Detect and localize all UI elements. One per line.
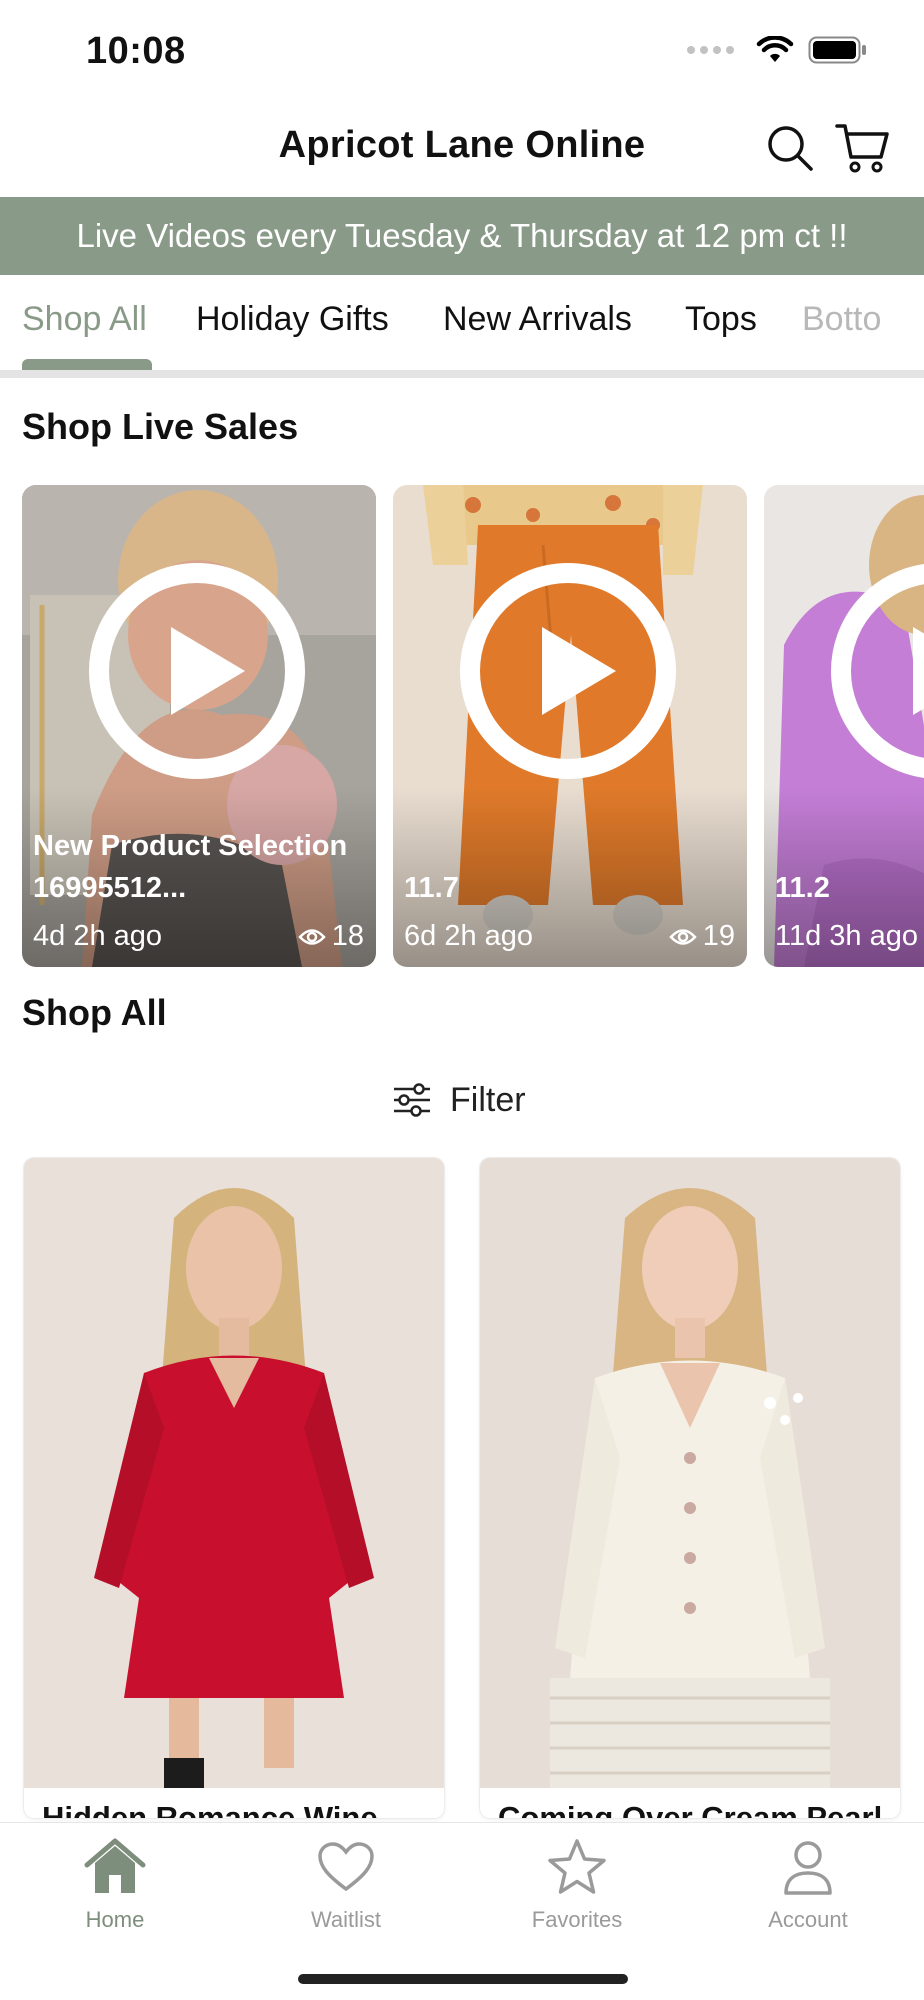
live-video-title: 11.2 <box>775 872 830 904</box>
product-image <box>24 1158 444 1788</box>
tab-tops[interactable]: Tops <box>685 300 757 339</box>
live-video-card[interactable]: 11.2 11d 3h ago <box>764 485 924 967</box>
status-icons <box>687 36 868 64</box>
nav-waitlist-label: Waitlist <box>310 1907 382 1932</box>
live-video-carousel[interactable]: New Product Selection 16995512... 4d 2h … <box>0 485 924 967</box>
live-section-title: Shop Live Sales <box>22 406 299 447</box>
eye-icon <box>669 928 697 945</box>
category-tabs: Shop All Holiday Gifts New Arrivals Tops… <box>0 276 924 372</box>
live-video-title: 11.7 <box>404 872 459 904</box>
tab-shop-all[interactable]: Shop All <box>22 300 147 339</box>
status-time: 10:08 <box>86 30 186 72</box>
nav-account-label: Account <box>768 1907 848 1932</box>
product-name: Coming Over Cream Pearl <box>498 1800 883 1818</box>
play-icon[interactable] <box>831 563 924 779</box>
search-icon[interactable] <box>762 120 818 176</box>
live-video-views: 19 <box>669 920 735 953</box>
cellular-signal-icon <box>687 46 734 54</box>
product-image <box>480 1158 900 1788</box>
nav-home-label: Home <box>85 1907 145 1932</box>
filter-label: Filter <box>450 1080 526 1119</box>
nav-account[interactable]: Account <box>728 1835 888 1933</box>
tab-new-arrivals[interactable]: New Arrivals <box>443 300 632 339</box>
filter-sliders-icon <box>394 1083 430 1117</box>
status-bar: 10:08 <box>0 0 924 100</box>
live-video-title: New Product Selection 16995512... <box>33 830 348 904</box>
promo-banner: Live Videos every Tuesday & Thursday at … <box>0 197 924 275</box>
product-name: Hidden Romance Wine <box>42 1800 378 1818</box>
view-count: 19 <box>702 920 735 952</box>
live-video-views: 18 <box>298 920 364 953</box>
tab-holiday-gifts[interactable]: Holiday Gifts <box>196 300 389 339</box>
live-video-time: 11d 3h ago <box>775 920 918 952</box>
live-video-time: 4d 2h ago <box>33 920 163 952</box>
play-icon[interactable] <box>460 563 676 779</box>
tabs-divider <box>0 370 924 378</box>
play-icon[interactable] <box>89 563 305 779</box>
shop-all-title: Shop All <box>22 992 167 1033</box>
person-icon <box>776 1835 840 1899</box>
filter-button[interactable]: Filter <box>392 1076 526 1124</box>
home-icon <box>83 1835 147 1899</box>
product-card[interactable]: Hidden Romance Wine <box>24 1158 444 1818</box>
star-icon <box>545 1835 609 1899</box>
product-card[interactable]: Coming Over Cream Pearl <box>480 1158 900 1818</box>
nav-waitlist[interactable]: Waitlist <box>266 1835 426 1933</box>
cart-icon[interactable] <box>834 120 890 176</box>
battery-icon <box>808 36 866 64</box>
nav-favorites-label: Favorites <box>531 1907 623 1932</box>
home-indicator <box>298 1974 628 1984</box>
heart-icon <box>314 1835 378 1899</box>
eye-icon <box>298 928 326 945</box>
promo-banner-text: Live Videos every Tuesday & Thursday at … <box>76 217 848 254</box>
nav-home[interactable]: Home <box>35 1835 195 1933</box>
tab-bottoms[interactable]: Botto <box>802 300 881 339</box>
live-video-card[interactable]: New Product Selection 16995512... 4d 2h … <box>22 485 376 967</box>
wifi-icon <box>756 36 794 62</box>
app-header: Apricot Lane Online <box>0 100 924 196</box>
nav-favorites[interactable]: Favorites <box>497 1835 657 1933</box>
live-video-card[interactable]: 11.7 6d 2h ago 19 <box>393 485 747 967</box>
live-video-time: 6d 2h ago <box>404 920 534 952</box>
view-count: 18 <box>331 920 364 952</box>
